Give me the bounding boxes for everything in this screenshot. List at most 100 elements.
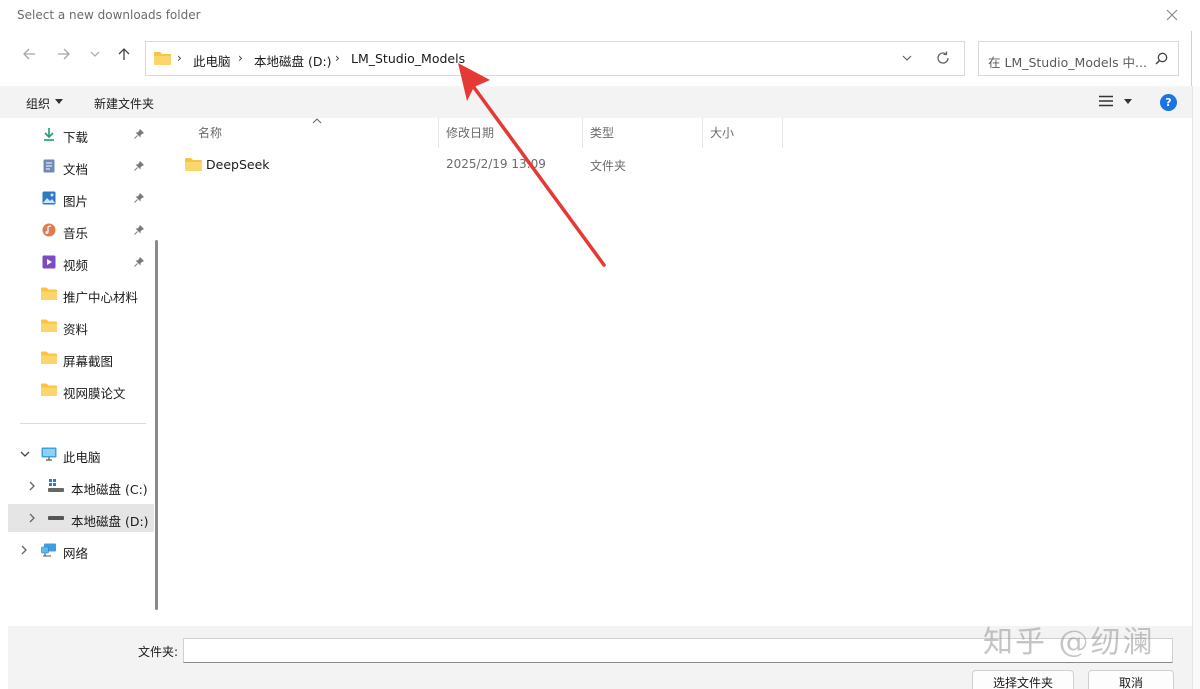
arrow-right-icon (58, 48, 70, 60)
chevron-down-icon (902, 55, 912, 61)
caret-down-icon (1124, 99, 1132, 104)
windows-drive-icon (48, 479, 64, 492)
pin-icon (134, 129, 144, 139)
back-button[interactable] (18, 43, 40, 65)
column-header-name[interactable]: 名称 (198, 124, 222, 141)
breadcrumb-separator-icon: › (335, 51, 340, 65)
navigation-bar: › 此电脑 › 本地磁盘 (D:) › LM_Studio_Models 在 L… (0, 31, 1192, 85)
chevron-right-icon (29, 513, 35, 523)
chevron-right-icon (21, 545, 27, 555)
view-options-icon (1099, 95, 1113, 107)
sidebar-item-screenshots[interactable]: 屏幕截图 (8, 344, 154, 372)
sidebar-item-materials[interactable]: 资料 (8, 312, 154, 340)
document-icon (43, 159, 55, 173)
breadcrumb-drive-d[interactable]: 本地磁盘 (D:) (254, 51, 332, 70)
select-folder-button[interactable]: 选择文件夹 (972, 670, 1074, 689)
chevron-right-icon (29, 481, 35, 491)
arrow-left-icon (23, 48, 35, 60)
column-header-type[interactable]: 类型 (590, 124, 614, 141)
search-icon (1155, 52, 1168, 65)
sidebar-item-documents[interactable]: 文档 (8, 152, 154, 180)
help-button[interactable]: ? (1160, 94, 1177, 111)
sidebar-item-label: 本地磁盘 (D:) (71, 514, 149, 529)
column-header-size[interactable]: 大小 (710, 124, 734, 141)
video-icon (42, 255, 56, 269)
file-list: 名称 修改日期 类型 大小 DeepSeek 2025/2/19 13:09 文… (162, 118, 1192, 626)
recent-locations-button[interactable] (84, 43, 106, 65)
folder-icon (41, 351, 57, 364)
search-box[interactable]: 在 LM_Studio_Models 中... (978, 41, 1179, 76)
watermark-text: 知乎 @纫澜 (983, 625, 1155, 660)
breadcrumb-current-folder[interactable]: LM_Studio_Models (351, 51, 465, 66)
arrow-up-icon (118, 48, 130, 60)
computer-icon (41, 447, 57, 461)
sidebar-item-downloads[interactable]: 下载 (8, 120, 154, 148)
sidebar-item-label: 音乐 (63, 226, 89, 241)
sidebar-item-videos[interactable]: 视频 (8, 248, 154, 276)
up-button[interactable] (113, 43, 135, 65)
forward-button[interactable] (53, 43, 75, 65)
title-bar: Select a new downloads folder (0, 0, 1192, 31)
sidebar-scrollbar[interactable] (155, 240, 158, 610)
drive-icon (48, 516, 64, 520)
chevron-down-icon (20, 451, 30, 457)
search-placeholder[interactable]: 在 LM_Studio_Models 中... (988, 52, 1147, 71)
network-icon (41, 543, 56, 557)
folder-picker-dialog: Select a new downloads folder › 此电脑 › 本地… (0, 0, 1192, 689)
sort-ascending-icon (312, 118, 322, 124)
sidebar-item-drive-c[interactable]: 本地磁盘 (C:) (8, 472, 154, 500)
folder-icon (154, 52, 171, 65)
file-modified-date: 2025/2/19 13:09 (446, 157, 546, 171)
command-bar: 组织 新建文件夹 ? (0, 86, 1192, 118)
navigation-pane: 下载 文档 图片 音乐 视频 推广中心材料 资料 屏幕截图 视网膜论文 此电脑 … (8, 118, 162, 626)
sidebar-item-drive-d[interactable]: 本地磁盘 (D:) (8, 504, 154, 532)
breadcrumb-separator-icon: › (238, 51, 243, 65)
background-app-right-edge (1192, 86, 1200, 689)
sidebar-item-network[interactable]: 网络 (8, 536, 154, 564)
caret-down-icon (55, 99, 63, 104)
folder-icon (41, 319, 57, 332)
close-button[interactable] (1160, 3, 1184, 27)
column-divider[interactable] (702, 118, 703, 148)
sidebar-divider (20, 423, 146, 424)
sidebar-item-retina-papers[interactable]: 视网膜论文 (8, 376, 154, 404)
file-row[interactable]: DeepSeek 2025/2/19 13:09 文件夹 (176, 152, 1176, 176)
sidebar-item-label: 文档 (63, 162, 89, 177)
sidebar-item-pictures[interactable]: 图片 (8, 184, 154, 212)
pin-icon (134, 225, 144, 235)
refresh-icon (937, 51, 949, 64)
breadcrumb-separator-icon: › (177, 51, 182, 65)
sidebar-item-label: 资料 (63, 322, 89, 337)
folder-icon (185, 158, 202, 171)
pin-icon (134, 161, 144, 171)
address-bar[interactable]: › 此电脑 › 本地磁盘 (D:) › LM_Studio_Models (145, 41, 965, 76)
sidebar-item-label: 视网膜论文 (63, 386, 126, 401)
folder-icon (41, 383, 57, 396)
sidebar-item-music[interactable]: 音乐 (8, 216, 154, 244)
close-icon (1166, 9, 1178, 21)
new-folder-button[interactable]: 新建文件夹 (94, 95, 154, 112)
sidebar-item-label: 网络 (63, 546, 89, 561)
sidebar-item-promo-materials[interactable]: 推广中心材料 (8, 280, 154, 308)
sidebar-item-label: 图片 (63, 194, 89, 209)
download-icon (44, 128, 54, 141)
breadcrumb-this-pc[interactable]: 此电脑 (193, 51, 231, 70)
column-header-date[interactable]: 修改日期 (446, 124, 494, 141)
pin-icon (134, 257, 144, 267)
column-divider[interactable] (438, 118, 439, 148)
column-divider[interactable] (582, 118, 583, 148)
column-divider[interactable] (782, 118, 783, 148)
pin-icon (134, 193, 144, 203)
chevron-down-icon (90, 51, 100, 57)
music-icon (42, 223, 56, 237)
organize-button[interactable]: 组织 (26, 95, 50, 112)
sidebar-item-label: 视频 (63, 258, 89, 273)
sidebar-item-this-pc[interactable]: 此电脑 (8, 440, 154, 468)
file-name: DeepSeek (206, 157, 270, 172)
picture-icon (42, 191, 56, 205)
sidebar-item-label: 屏幕截图 (63, 354, 114, 369)
folder-icon (41, 287, 57, 300)
sidebar-item-label: 此电脑 (63, 450, 101, 465)
cancel-button[interactable]: 取消 (1088, 670, 1174, 689)
folder-field-label: 文件夹: (138, 645, 179, 659)
